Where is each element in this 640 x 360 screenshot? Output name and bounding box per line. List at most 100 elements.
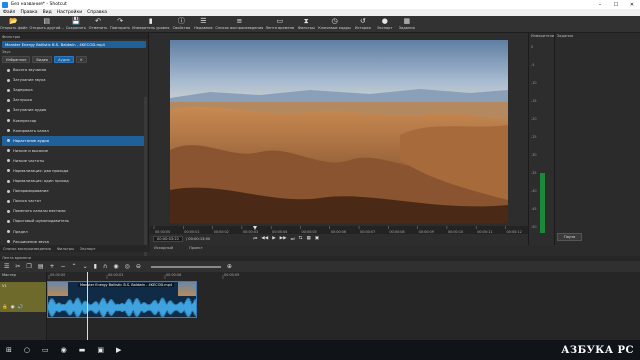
timeline-button[interactable]: ▭ Лента времени [265,17,294,30]
rewind-icon[interactable]: ◀◀ [261,236,268,242]
zoom-in-icon[interactable]: ⊕ [227,263,232,270]
filter-tab-audio[interactable]: Аудио [54,56,74,63]
search-icon[interactable]: ○ [24,346,30,354]
properties-button[interactable]: ⓘ Свойства [171,17,191,30]
filter-list-item[interactable]: Нормализация: один проход [2,176,146,186]
filter-list-item[interactable]: Компрессор [2,115,146,125]
filter-list-item[interactable]: Нормализация: два прохода [2,166,146,176]
hide-icon[interactable]: ◉ [11,305,15,310]
menu-file[interactable]: Файл [3,10,15,15]
filter-tab-favorites[interactable]: Избранное [2,56,31,63]
filter-list-item[interactable]: Заглушка [2,95,146,105]
close-filter-button[interactable]: ✕ [75,56,87,63]
track-v1-label: V1 [2,284,7,288]
lock-icon[interactable]: 🔒 [2,305,8,310]
filter-list-item[interactable]: Копировать канал [2,126,146,136]
audio-levels-panel: Измерители уровня 0 -5 -10 -15 -20 -25 -30 -35 -… [528,33,554,245]
export-button[interactable]: ● Экспорт [375,17,395,30]
playhead[interactable] [87,272,88,340]
grid-icon[interactable]: ▦ [306,236,310,242]
timeline-ruler[interactable]: 00:00:00 00:00:03 00:00:06 00:00:09 [47,272,640,279]
filter-list-item[interactable]: Панорамирование [2,186,146,196]
ripple-icon[interactable]: ◎ [125,263,130,270]
skip-next-icon[interactable]: ⏭ [291,236,295,242]
shotcut-taskbar-icon[interactable]: ▶ [116,346,121,354]
filter-list-item[interactable]: Задержка [2,85,146,95]
keyframes-button[interactable]: ◷ Ключевые кадры [318,17,351,30]
play-icon[interactable]: ▶ [272,236,275,242]
remove-icon[interactable]: − [61,263,66,270]
lift-icon[interactable]: ⌃ [72,263,77,270]
filter-tab-video[interactable]: Видео [32,56,53,63]
clip-name: Monster Energy Ballistic B.S. Baldwin - … [78,283,175,287]
level-scale-label: -25 [531,135,537,139]
tab-filters[interactable]: Фильтры [57,247,74,251]
zoom-out-icon[interactable]: ⊖ [136,263,141,270]
menu-edit[interactable]: Правка [20,10,37,15]
save-button[interactable]: 💾 Сохранить [66,17,86,30]
tab-export[interactable]: Экспорт [80,247,96,251]
video-preview[interactable] [170,40,508,223]
player-ruler[interactable]: 00:00:00 00:00:01 00:00:02 00:00:03 00:00:04… [150,226,528,234]
snap-icon[interactable]: ∩ [103,263,107,270]
current-timecode[interactable]: 00:00:03:22 [153,236,183,242]
filter-list-item[interactable]: Поменять каналы местами [2,206,146,216]
filters-button[interactable]: ⧗ Фильтры [296,17,316,30]
menu-icon[interactable]: ☰ [4,263,9,270]
filter-list-item[interactable]: Низкие и высокие [2,146,146,156]
task-view-icon[interactable]: ▭ [42,346,49,354]
filter-list-item[interactable]: Высота звучания [2,65,146,75]
volume-icon[interactable]: ▣ [315,236,319,242]
timeline-clip[interactable]: Monster Energy Ballistic B.S. Baldwin - … [47,281,197,318]
filter-list-item[interactable]: Расширение звука [2,237,146,243]
filter-list-item[interactable]: Низкие частоты [2,156,146,166]
scrub-icon[interactable]: ◉ [113,263,118,270]
tab-source[interactable]: Исходный [154,246,173,250]
track-v1-header[interactable]: V1 🔒 ◉ 🔊 [0,282,46,312]
filter-list-item[interactable]: Полоса частот [2,196,146,206]
mute-icon[interactable]: 🔊 [18,305,24,310]
tab-playlist[interactable]: Список воспроизведения [3,247,51,251]
filter-list-item[interactable]: Предел [2,227,146,237]
menu-settings[interactable]: Настройки [57,10,82,15]
recent-icon: ☰ [200,17,207,25]
app-icon[interactable]: ▣ [97,346,104,354]
filter-list-scrollbar[interactable] [144,97,147,267]
zoom-slider[interactable] [150,265,221,268]
folder-open-button[interactable]: 📂 Открыть файл [0,17,27,30]
peak-meter-button[interactable]: ▮ Измеритель уровня [132,17,169,30]
browser-icon[interactable]: ◉ [61,346,67,354]
explorer-icon[interactable]: ▬ [79,346,86,354]
append-icon[interactable]: + [49,263,54,270]
filter-item-label: Задержка [13,88,33,93]
filter-list-item[interactable]: Пороговый шумоподавитель [2,216,146,226]
skip-previous-icon[interactable]: ⏮ [253,236,257,242]
tab-project[interactable]: Проект [189,246,203,250]
copy-icon[interactable]: ❐ [26,263,31,270]
history-button[interactable]: ↺ История [353,17,373,30]
redo-button[interactable]: ↷ Повторить [110,17,130,30]
menu-view[interactable]: Вид [43,10,52,15]
menu-help[interactable]: Справка [87,10,107,15]
jobs-button[interactable]: ▦ Задания [397,17,417,30]
recent-button[interactable]: ☰ Недавние [193,17,213,30]
cut-icon[interactable]: ✂ [15,263,20,270]
undo-button[interactable]: ↶ Отменить [88,17,108,30]
track-headers: Мастер V1 🔒 ◉ 🔊 [0,272,47,340]
maximize-button[interactable]: ☐ [608,2,624,8]
pause-jobs-button[interactable]: Пауза [557,233,583,241]
playlist-button[interactable]: ≡ Список воспроизведения [215,17,263,30]
toggle-zoom-icon[interactable]: ⇆ [299,236,303,242]
filter-list-item[interactable]: Затухание звука [2,75,146,85]
close-button[interactable]: ✕ [624,2,640,8]
fast-forward-icon[interactable]: ▶▶ [280,236,287,242]
redo-icon: ↷ [117,17,124,25]
filter-list-item[interactable]: Затухание аудио [2,105,146,115]
open-other-button[interactable]: ▤ Открыть другой... [29,17,63,30]
windows-start-icon[interactable]: ⊞ [6,346,12,354]
paste-icon[interactable]: ▤ [38,263,44,270]
filter-list-item[interactable]: Нарастание аудио [2,135,146,146]
split-icon[interactable]: ▮ [94,263,97,270]
overwrite-icon[interactable]: ⌄ [83,263,88,270]
minimize-button[interactable]: – [592,2,608,8]
